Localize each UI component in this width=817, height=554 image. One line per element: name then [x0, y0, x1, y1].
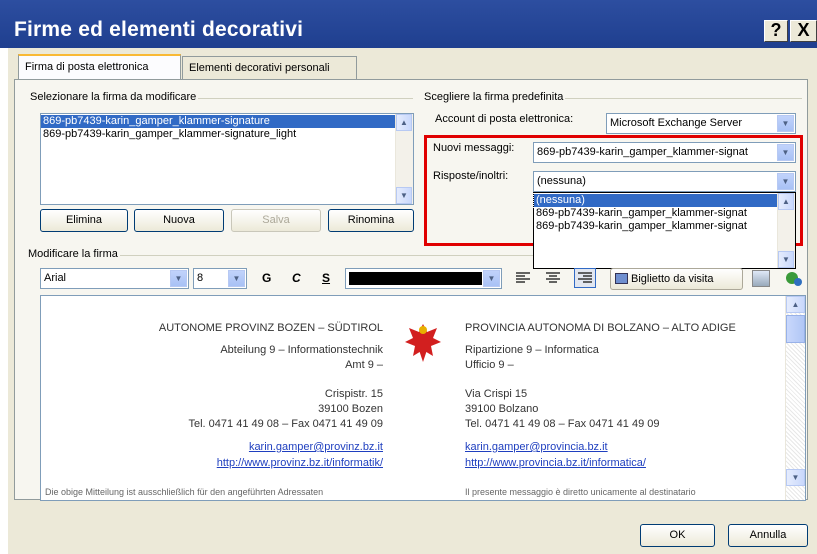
- select-signature-label: Selezionare la firma da modificare: [28, 91, 199, 103]
- sig-left-phone: Tel. 0471 41 49 08 – Fax 0471 41 49 09: [188, 418, 384, 430]
- signature-list-item[interactable]: 869-pb7439-karin_gamper_klammer-signatur…: [41, 128, 413, 141]
- signature-list-scrollbar[interactable]: ▲ ▼: [395, 114, 413, 204]
- italic-button[interactable]: C: [292, 271, 301, 285]
- sig-right-office: Ufficio 9 –: [465, 359, 514, 371]
- tab-personal-stationery[interactable]: Elementi decorativi personali: [182, 56, 357, 80]
- rename-button[interactable]: Rinomina: [328, 209, 414, 232]
- tab-email-signature[interactable]: Firma di posta elettronica: [18, 54, 181, 80]
- new-messages-select[interactable]: 869-pb7439-karin_gamper_klammer-signat ▼: [533, 142, 796, 163]
- replies-label: Risposte/inoltri:: [433, 170, 509, 182]
- edit-signature-label: Modificare la firma: [26, 248, 120, 260]
- align-center-icon[interactable]: [544, 270, 562, 286]
- sig-left-dept: Abteilung 9 – Informationstechnik: [220, 344, 383, 356]
- bold-button[interactable]: G: [262, 271, 271, 285]
- new-messages-label: Nuovi messaggi:: [433, 142, 515, 154]
- sig-left-url[interactable]: http://www.provinz.bz.it/informatik/: [217, 457, 383, 469]
- coat-of-arms-icon: [403, 320, 443, 366]
- sig-right-phone: Tel. 0471 41 49 08 – Fax 0471 41 49 09: [465, 418, 660, 430]
- help-button[interactable]: ?: [764, 20, 788, 42]
- sig-left-street: Crispistr. 15: [324, 388, 383, 400]
- align-right-icon[interactable]: [574, 268, 596, 288]
- chevron-down-icon[interactable]: ▼: [777, 144, 794, 161]
- replies-select[interactable]: (nessuna) ▼: [533, 171, 796, 192]
- business-card-icon: [615, 273, 628, 284]
- cancel-button[interactable]: Annulla: [728, 524, 808, 547]
- close-button[interactable]: X: [790, 20, 817, 42]
- scroll-up-icon[interactable]: ▲: [786, 296, 805, 313]
- sig-left-office: Amt 9 –: [345, 359, 383, 371]
- sig-left-email[interactable]: karin.gamper@provinz.bz.it: [249, 441, 383, 453]
- font-select[interactable]: Arial ▼: [40, 268, 189, 289]
- sig-left-org: AUTONOME PROVINZ BOZEN – SÜDTIROL: [158, 322, 383, 334]
- sig-right-url[interactable]: http://www.provincia.bz.it/informatica/: [465, 457, 646, 469]
- insert-hyperlink-icon[interactable]: [784, 270, 804, 288]
- dropdown-scrollbar[interactable]: ▲ ▼: [777, 193, 795, 268]
- scroll-down-icon[interactable]: ▼: [778, 251, 794, 268]
- font-size-select[interactable]: 8 ▼: [193, 268, 247, 289]
- color-swatch: [349, 272, 482, 285]
- font-color-select[interactable]: ▼: [345, 268, 502, 289]
- sig-right-disclaimer: Il presente messaggio è diretto unicamen…: [465, 487, 696, 497]
- new-button[interactable]: Nuova: [134, 209, 224, 232]
- insert-picture-icon[interactable]: [752, 270, 770, 287]
- scroll-down-icon[interactable]: ▼: [396, 187, 412, 204]
- signature-list-item[interactable]: 869-pb7439-karin_gamper_klammer-signatur…: [41, 115, 413, 128]
- default-signature-label: Scegliere la firma predefinita: [422, 91, 566, 103]
- chevron-down-icon[interactable]: ▼: [777, 173, 794, 190]
- scroll-up-icon[interactable]: ▲: [396, 114, 412, 131]
- align-left-icon[interactable]: [514, 270, 532, 286]
- underline-button[interactable]: S: [322, 271, 330, 285]
- sig-right-email[interactable]: karin.gamper@provincia.bz.it: [465, 441, 608, 453]
- sig-right-city: 39100 Bolzano: [465, 403, 539, 415]
- dropdown-option[interactable]: (nessuna): [533, 193, 779, 208]
- signature-list[interactable]: 869-pb7439-karin_gamper_klammer-signatur…: [40, 113, 414, 205]
- sig-left-city: 39100 Bozen: [318, 403, 383, 415]
- dropdown-option[interactable]: 869-pb7439-karin_gamper_klammer-signat: [534, 207, 778, 220]
- window-title: Firme ed elementi decorativi: [14, 18, 304, 41]
- chevron-down-icon[interactable]: ▼: [777, 115, 794, 132]
- sig-right-street: Via Crispi 15: [465, 388, 528, 400]
- save-button[interactable]: Salva: [231, 209, 321, 232]
- editor-scrollbar[interactable]: ▲ ▼: [785, 296, 805, 500]
- scroll-thumb[interactable]: [786, 315, 805, 343]
- sig-right-org: PROVINCIA AUTONOMA DI BOLZANO – ALTO ADI…: [465, 322, 736, 334]
- chevron-down-icon[interactable]: ▼: [228, 270, 245, 287]
- sig-left-disclaimer: Die obige Mitteilung ist ausschließlich …: [45, 487, 324, 497]
- signature-editor[interactable]: AUTONOME PROVINZ BOZEN – SÜDTIROL Abteil…: [40, 295, 806, 501]
- account-label: Account di posta elettronica:: [435, 113, 574, 125]
- business-card-button[interactable]: Biglietto da visita: [610, 268, 743, 290]
- ok-button[interactable]: OK: [640, 524, 715, 547]
- delete-button[interactable]: Elimina: [40, 209, 128, 232]
- replies-dropdown-list[interactable]: (nessuna) 869-pb7439-karin_gamper_klamme…: [533, 192, 796, 269]
- chevron-down-icon[interactable]: ▼: [483, 270, 500, 287]
- scroll-down-icon[interactable]: ▼: [786, 469, 805, 486]
- scroll-up-icon[interactable]: ▲: [778, 193, 794, 210]
- chevron-down-icon[interactable]: ▼: [170, 270, 187, 287]
- account-select[interactable]: Microsoft Exchange Server ▼: [606, 113, 796, 134]
- sig-right-dept: Ripartizione 9 – Informatica: [465, 344, 599, 356]
- dropdown-option[interactable]: 869-pb7439-karin_gamper_klammer-signat: [534, 220, 778, 233]
